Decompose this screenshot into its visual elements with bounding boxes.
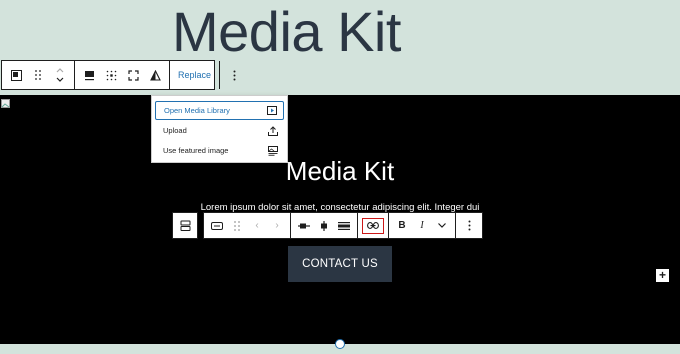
replace-media-menu: Open Media Library Upload Use featured i…: [151, 95, 288, 163]
buttons-block-icon: [180, 220, 190, 231]
menu-item-use-featured-image[interactable]: Use featured image: [155, 141, 284, 160]
move-left-icon[interactable]: ‹: [248, 213, 266, 238]
justify-center-icon[interactable]: [315, 213, 333, 238]
button-block-icon[interactable]: [208, 213, 226, 238]
italic-button[interactable]: I: [413, 213, 431, 238]
featured-image-icon: [268, 145, 278, 156]
toolbar-group-replace: Replace: [170, 61, 221, 89]
move-up-down-icon[interactable]: [50, 61, 70, 89]
button-toolbar: ‹ › B I: [203, 212, 483, 239]
menu-item-upload[interactable]: Upload: [155, 121, 284, 140]
move-right-icon[interactable]: ›: [268, 213, 286, 238]
toolbar2-group-link: [358, 213, 389, 238]
replace-button[interactable]: Replace: [174, 61, 215, 89]
toolbar2-group-more: [456, 213, 482, 238]
toolbar2-group-format: B I: [389, 213, 456, 238]
menu-item-label: Open Media Library: [164, 106, 230, 115]
bold-button[interactable]: B: [393, 213, 411, 238]
menu-item-label: Upload: [163, 126, 187, 135]
justify-left-icon[interactable]: [295, 213, 313, 238]
menu-item-label: Use featured image: [163, 146, 229, 155]
matrix-align-icon[interactable]: [101, 61, 121, 89]
fullscreen-icon[interactable]: [123, 61, 143, 89]
parent-block-selector[interactable]: [172, 212, 198, 239]
drag-handle-icon[interactable]: [28, 61, 48, 89]
more-options-icon[interactable]: [224, 61, 244, 89]
upload-icon: [268, 125, 278, 136]
menu-item-open-media-library[interactable]: Open Media Library: [155, 101, 284, 120]
toolbar-group-block: [2, 61, 75, 89]
justify-stretch-icon[interactable]: [335, 213, 353, 238]
media-library-icon: [267, 106, 277, 115]
toolbar2-group-justify: [291, 213, 358, 238]
toolbar-group-align: [75, 61, 170, 89]
duotone-icon[interactable]: [145, 61, 165, 89]
cover-block-icon[interactable]: [6, 61, 26, 89]
contact-us-button[interactable]: CONTACT US: [288, 246, 392, 282]
broken-image-icon: [1, 96, 11, 108]
page-heading[interactable]: Media Kit: [172, 2, 401, 62]
add-block-icon[interactable]: +: [656, 269, 669, 282]
more-formatting-chevron-icon[interactable]: [433, 213, 451, 238]
drag-handle-icon[interactable]: [228, 213, 246, 238]
link-icon[interactable]: [362, 217, 384, 234]
toolbar-group-more: [220, 61, 248, 89]
align-icon[interactable]: [79, 61, 99, 89]
more-options-icon[interactable]: [460, 213, 478, 238]
toolbar2-group-block: ‹ ›: [204, 213, 291, 238]
cover-title[interactable]: Media Kit: [0, 155, 680, 187]
resize-handle[interactable]: [335, 339, 345, 349]
block-toolbar: Replace: [1, 60, 236, 90]
